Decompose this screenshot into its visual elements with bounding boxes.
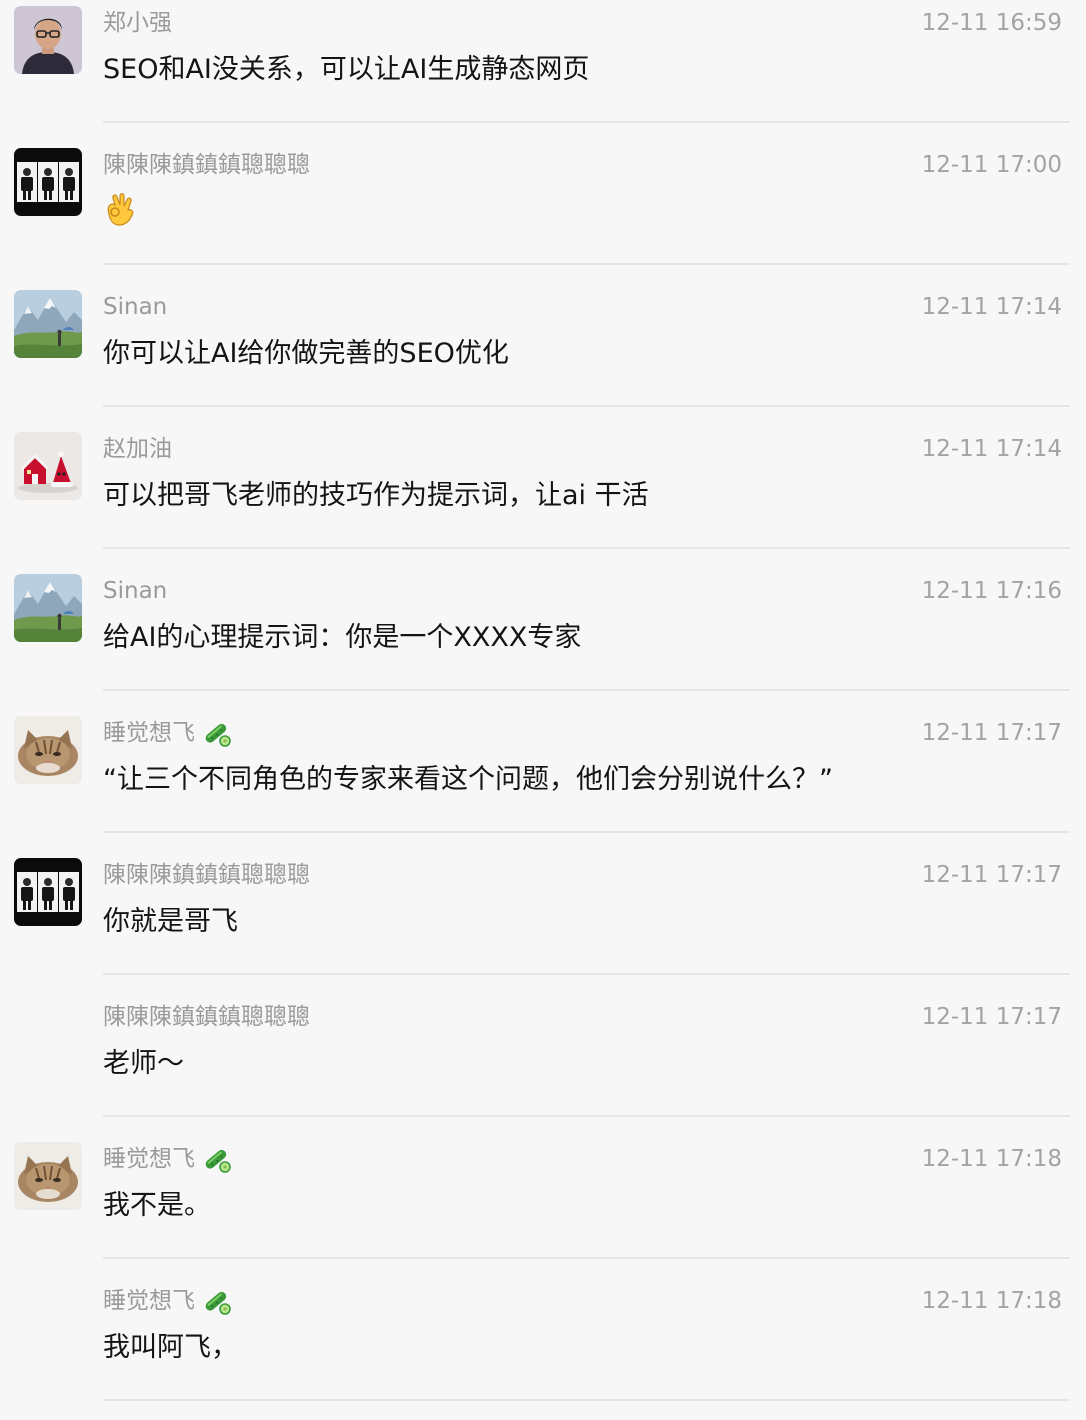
message-text: 我不是。: [103, 1190, 211, 1221]
cucumber-icon: [201, 1144, 233, 1174]
sender-name-text: 陳陳陳鎮鎮鎮聰聰聰: [103, 152, 310, 178]
message-divider: [103, 405, 1070, 407]
avatar[interactable]: [14, 858, 82, 926]
message-divider: [103, 973, 1070, 975]
chat-message-list: 郑小强 12-11 16:59 SEO和AI没关系，可以让AI生成静态网页陳陳陳鎮鎮…: [0, 0, 1086, 1404]
message-item: 赵加油 12-11 17:14 可以把哥飞老师的技巧作为提示词，让ai 干活: [0, 426, 1086, 568]
sender-name-text: Sinan: [103, 294, 168, 320]
avatar[interactable]: [14, 1142, 82, 1210]
message-text: SEO和AI没关系，可以让AI生成静态网页: [103, 54, 590, 85]
message-item: Sinan 12-11 17:14 你可以让AI给你做完善的SEO优化: [0, 284, 1086, 426]
message-item: 陳陳陳鎮鎮鎮聰聰聰 12-11 17:17 老师～: [0, 994, 1086, 1136]
avatar[interactable]: [14, 6, 82, 74]
sender-name[interactable]: 郑小强: [103, 8, 172, 38]
message-divider: [103, 547, 1070, 549]
message-text: “让三个不同角色的专家来看这个问题，他们会分别说什么？”: [103, 764, 833, 795]
message-item: 郑小强 12-11 16:59 SEO和AI没关系，可以让AI生成静态网页: [0, 0, 1086, 142]
sender-name[interactable]: 陳陳陳鎮鎮鎮聰聰聰: [103, 860, 310, 890]
sender-name[interactable]: 赵加油: [103, 434, 172, 464]
message-item: Sinan 12-11 17:16 给AI的心理提示词：你是一个XXXX专家: [0, 568, 1086, 710]
sender-name-text: 睡觉想飞: [103, 1288, 195, 1314]
ok-hand-icon: [103, 192, 137, 228]
sender-name[interactable]: 睡觉想飞: [103, 1286, 233, 1316]
cucumber-icon: [201, 718, 233, 748]
message-divider: [103, 121, 1070, 123]
message-item: 陳陳陳鎮鎮鎮聰聰聰 12-11 17:17 你就是哥飞: [0, 852, 1086, 994]
sender-name[interactable]: 陳陳陳鎮鎮鎮聰聰聰: [103, 150, 310, 180]
message-text: 我叫阿飞，: [103, 1332, 238, 1363]
sender-name[interactable]: Sinan: [103, 576, 167, 606]
sender-name-text: 睡觉想飞: [103, 720, 195, 746]
sender-name-text: 陳陳陳鎮鎮鎮聰聰聰: [103, 1004, 310, 1030]
message-item: 睡觉想飞 12-11 17:17 “让三个不同角色的专家来看这个问题，他们会分别说什…: [0, 710, 1086, 852]
message-divider: [103, 263, 1070, 265]
message-text: 你就是哥飞: [103, 906, 238, 937]
sender-name-text: 赵加油: [103, 436, 172, 462]
avatar[interactable]: [14, 432, 82, 500]
message-text: 可以把哥飞老师的技巧作为提示词，让ai 干活: [103, 480, 649, 511]
message-divider: [103, 1399, 1070, 1401]
avatar[interactable]: [14, 148, 82, 216]
message-item: 陳陳陳鎮鎮鎮聰聰聰 12-11 17:00: [0, 142, 1086, 284]
message-divider: [103, 1257, 1070, 1259]
message-divider: [103, 689, 1070, 691]
message-divider: [103, 831, 1070, 833]
message-timestamp: 12-11 17:18: [921, 1288, 1062, 1314]
message-text: 给AI的心理提示词：你是一个XXXX专家: [103, 622, 582, 653]
avatar[interactable]: [14, 290, 82, 358]
sender-name-text: 陳陳陳鎮鎮鎮聰聰聰: [103, 862, 310, 888]
sender-name[interactable]: 陳陳陳鎮鎮鎮聰聰聰: [103, 1002, 310, 1032]
message-divider: [103, 1115, 1070, 1117]
message-timestamp: 12-11 17:14: [921, 294, 1062, 320]
message-item: 睡觉想飞 12-11 17:18 我不是。: [0, 1136, 1086, 1278]
message-timestamp: 12-11 17:17: [921, 1004, 1062, 1030]
message-timestamp: 12-11 17:14: [921, 436, 1062, 462]
sender-name-text: 睡觉想飞: [103, 1146, 195, 1172]
message-timestamp: 12-11 17:00: [921, 152, 1062, 178]
message-timestamp: 12-11 17:18: [921, 1146, 1062, 1172]
message-timestamp: 12-11 17:16: [921, 578, 1062, 604]
message-timestamp: 12-11 17:17: [921, 862, 1062, 888]
sender-name-text: 郑小强: [103, 10, 172, 36]
message-timestamp: 12-11 16:59: [921, 10, 1062, 36]
message-text: 你可以让AI给你做完善的SEO优化: [103, 338, 509, 369]
message-text: 老师～: [103, 1048, 184, 1079]
sender-name-text: Sinan: [103, 578, 168, 604]
message-timestamp: 12-11 17:17: [921, 720, 1062, 746]
sender-name[interactable]: 睡觉想飞: [103, 1144, 233, 1174]
sender-name[interactable]: 睡觉想飞: [103, 718, 233, 748]
message-item: 睡觉想飞 12-11 17:18 我叫阿飞，: [0, 1278, 1086, 1420]
avatar[interactable]: [14, 574, 82, 642]
avatar[interactable]: [14, 716, 82, 784]
sender-name[interactable]: Sinan: [103, 292, 167, 322]
cucumber-icon: [201, 1286, 233, 1316]
